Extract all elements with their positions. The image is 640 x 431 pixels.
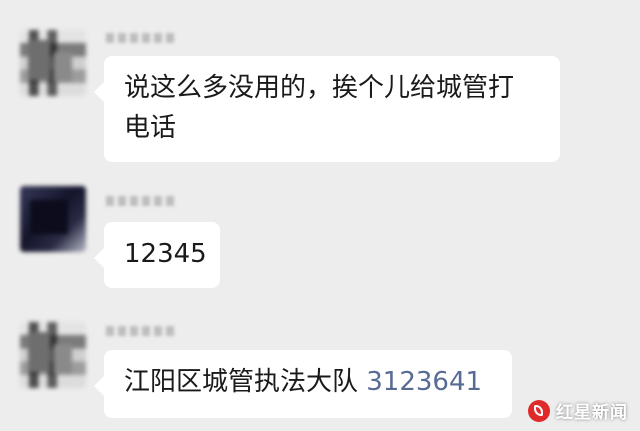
sender-name-blurred: [106, 33, 176, 43]
phone-number-link[interactable]: 3123641: [366, 367, 482, 397]
hongxing-logo-icon: [528, 399, 550, 422]
message-text-line: 说这么多没用的，挨个儿给城管打: [124, 73, 515, 103]
sender-name-blurred: [106, 196, 176, 206]
sender-avatar[interactable]: [20, 322, 86, 388]
sender-avatar[interactable]: [20, 186, 86, 252]
watermark: 红星新闻: [528, 398, 628, 423]
sender-avatar[interactable]: [20, 30, 86, 96]
watermark-text: 红星新闻: [556, 403, 628, 423]
message-text-line: 江阳区城管执法大队 3123641: [124, 362, 492, 402]
chat-window: 说这么多没用的，挨个儿给城管打 电话 12345 江阳区城管执法大队 31236…: [0, 0, 640, 431]
message-text-line: 电话: [124, 113, 177, 143]
message-text-line: 12345: [124, 239, 207, 269]
sender-name-blurred: [106, 326, 176, 336]
message-bubble[interactable]: 说这么多没用的，挨个儿给城管打 电话: [94, 56, 560, 162]
message-bubble[interactable]: 12345: [94, 222, 220, 288]
message-text: 江阳区城管执法大队: [124, 367, 367, 397]
message-bubble[interactable]: 江阳区城管执法大队 3123641: [94, 350, 512, 418]
